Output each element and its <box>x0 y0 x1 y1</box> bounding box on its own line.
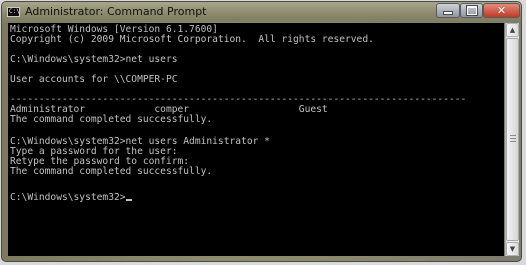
command-prompt-window: C:\ Administrator: Command Prompt ✕ Micr… <box>1 1 522 262</box>
console-output[interactable]: Microsoft Windows [Version 6.1.7600] Cop… <box>8 23 504 256</box>
scrollbar-thumb[interactable] <box>506 38 519 241</box>
command-prompt-line[interactable]: C:\Windows\system32> <box>10 193 132 203</box>
minimize-button[interactable] <box>436 3 460 18</box>
vertical-scrollbar[interactable]: ▲ ▼ <box>505 23 519 256</box>
grip-line <box>510 141 516 142</box>
console-line: The command completed successfully. <box>10 114 213 125</box>
console-line: User accounts for \\COMPER-PC <box>10 74 178 85</box>
console-line: Copyright (c) 2009 Microsoft Corporation… <box>10 34 374 45</box>
maximize-button[interactable] <box>460 3 483 18</box>
grip-line <box>510 138 516 139</box>
minimize-icon <box>444 12 452 14</box>
arrow-up-icon: ▲ <box>509 26 516 34</box>
console-line: C:\Windows\system32>net users <box>10 54 178 65</box>
grip-line <box>510 135 516 136</box>
prompt-text: C:\Windows\system32> <box>10 192 126 203</box>
close-icon: ✕ <box>496 4 507 17</box>
scroll-up-button[interactable]: ▲ <box>506 23 519 37</box>
text-cursor <box>125 199 132 201</box>
close-button[interactable]: ✕ <box>483 3 520 18</box>
title-bar[interactable]: C:\ Administrator: Command Prompt ✕ <box>2 2 521 22</box>
cmd-icon: C:\ <box>7 7 20 17</box>
scroll-down-button[interactable]: ▼ <box>506 242 519 256</box>
console-line: The command completed successfully. <box>10 166 213 177</box>
window-title: Administrator: Command Prompt <box>25 5 207 18</box>
arrow-down-icon: ▼ <box>509 245 516 253</box>
maximize-icon <box>466 6 477 15</box>
